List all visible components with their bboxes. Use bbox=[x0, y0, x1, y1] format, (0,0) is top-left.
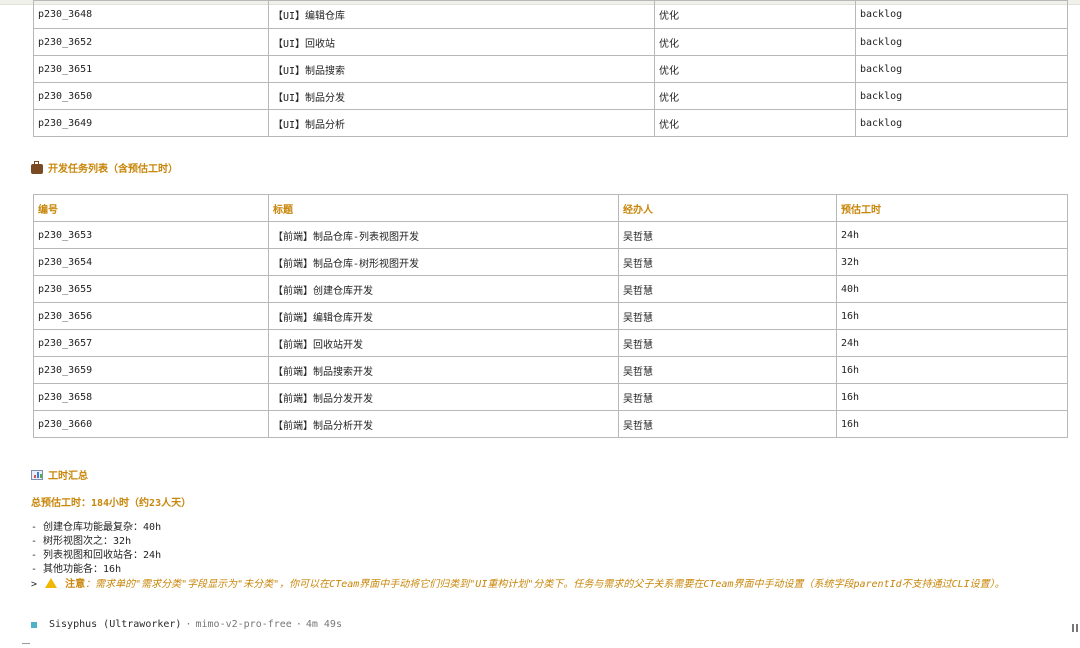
cell-estimate: 16h bbox=[836, 410, 1068, 438]
cell-id: p230_3652 bbox=[33, 28, 269, 56]
cell-id: p230_3649 bbox=[33, 109, 269, 137]
cell-type: 优化 bbox=[654, 82, 856, 110]
cell-title: 【前端】创建仓库开发 bbox=[268, 275, 619, 303]
cell-id: p230_3659 bbox=[33, 356, 269, 384]
note-text: ：需求单的"需求分类"字段显示为"未分类"，你可以在CTeam界面中手动将它们归… bbox=[85, 579, 1005, 590]
cell-status: backlog bbox=[855, 0, 1068, 29]
dev-task-title-text: 开发任务列表（含预估工时） bbox=[48, 164, 178, 175]
cell-estimate: 40h bbox=[836, 275, 1068, 303]
cell-id: p230_3650 bbox=[33, 82, 269, 110]
agent-name: Sisyphus (Ultraworker) bbox=[49, 619, 182, 630]
column-header-assignee: 经办人 bbox=[618, 194, 837, 222]
cell-id: p230_3658 bbox=[33, 383, 269, 411]
cell-title: 【前端】制品搜索开发 bbox=[268, 356, 619, 384]
cell-assignee: 吴哲慧 bbox=[618, 410, 837, 438]
table-row: p230_3650 【UI】制品分发 优化 backlog bbox=[33, 82, 1068, 110]
cell-id: p230_3656 bbox=[33, 302, 269, 330]
cell-estimate: 32h bbox=[836, 248, 1068, 276]
cell-status: backlog bbox=[855, 55, 1068, 83]
cell-estimate: 16h bbox=[836, 383, 1068, 411]
cell-title: 【UI】编辑仓库 bbox=[268, 0, 655, 29]
cell-id: p230_3651 bbox=[33, 55, 269, 83]
ui-requirements-table: p230_3648 【UI】编辑仓库 优化 backlog p230_3652 【UI】回… bbox=[33, 0, 1068, 137]
cell-title: 【前端】制品分析开发 bbox=[268, 410, 619, 438]
table-row: p230_3655 【前端】创建仓库开发 吴哲慧 40h bbox=[33, 275, 1068, 303]
cell-title: 【前端】制品分发开发 bbox=[268, 383, 619, 411]
cell-id: p230_3657 bbox=[33, 329, 269, 357]
warning-icon bbox=[45, 578, 58, 588]
summary-item: - 列表视图和回收站各：24h bbox=[31, 550, 162, 561]
table-row: p230_3656 【前端】编辑仓库开发 吴哲慧 16h bbox=[33, 302, 1068, 330]
table-row: p230_3654 【前端】制品仓库-树形视图开发 吴哲慧 32h bbox=[33, 248, 1068, 276]
summary-item: - 树形视图次之：32h bbox=[31, 536, 132, 547]
separator: · bbox=[185, 619, 192, 630]
table-row: p230_3652 【UI】回收站 优化 backlog bbox=[33, 28, 1068, 56]
cell-assignee: 吴哲慧 bbox=[618, 275, 837, 303]
total-estimate: 总预估工时：184小时（约23人天） bbox=[31, 498, 192, 509]
cell-type: 优化 bbox=[654, 28, 856, 56]
table-row: p230_3653 【前端】制品仓库-列表视图开发 吴哲慧 24h bbox=[33, 221, 1068, 249]
cell-status: backlog bbox=[855, 82, 1068, 110]
elapsed-time: 4m 49s bbox=[305, 619, 342, 630]
cell-assignee: 吴哲慧 bbox=[618, 221, 837, 249]
pause-icon bbox=[1072, 624, 1078, 632]
dev-task-section-title: 开发任务列表（含预估工时） bbox=[31, 160, 178, 175]
status-square-icon bbox=[31, 621, 37, 628]
summary-item: - 其他功能各：16h bbox=[31, 564, 122, 575]
cell-id: p230_3653 bbox=[33, 221, 269, 249]
table-row: p230_3651 【UI】制品搜索 优化 backlog bbox=[33, 55, 1068, 83]
summary-list: - 创建仓库功能最复杂：40h - 树形视图次之：32h - 列表视图和回收站各… bbox=[31, 521, 161, 577]
cell-assignee: 吴哲慧 bbox=[618, 383, 837, 411]
table-row: p230_3659 【前端】制品搜索开发 吴哲慧 16h bbox=[33, 356, 1068, 384]
cell-id: p230_3660 bbox=[33, 410, 269, 438]
table-row: p230_3660 【前端】制品分析开发 吴哲慧 16h bbox=[33, 410, 1068, 438]
table-row: p230_3649 【UI】制品分析 优化 backlog bbox=[33, 109, 1068, 137]
cell-estimate: 16h bbox=[836, 302, 1068, 330]
cell-estimate: 24h bbox=[836, 329, 1068, 357]
status-bar: Sisyphus (Ultraworker) · mimo-v2-pro-fre… bbox=[31, 619, 342, 630]
column-header-title: 标题 bbox=[268, 194, 619, 222]
summary-item: - 创建仓库功能最复杂：40h bbox=[31, 522, 162, 533]
cell-type: 优化 bbox=[654, 109, 856, 137]
cell-title: 【UI】制品分析 bbox=[268, 109, 655, 137]
table-row: p230_3658 【前端】制品分发开发 吴哲慧 16h bbox=[33, 383, 1068, 411]
cell-estimate: 24h bbox=[836, 221, 1068, 249]
cell-assignee: 吴哲慧 bbox=[618, 329, 837, 357]
cell-id: p230_3654 bbox=[33, 248, 269, 276]
cell-type: 优化 bbox=[654, 0, 856, 29]
cell-status: backlog bbox=[855, 109, 1068, 137]
briefcase-icon bbox=[31, 160, 43, 174]
dev-task-table: 编号 标题 经办人 预估工时 p230_3653 【前端】制品仓库-列表视图开发吴… bbox=[33, 194, 1068, 438]
cell-title: 【前端】回收站开发 bbox=[268, 329, 619, 357]
dev-table-header-row: 编号 标题 经办人 预估工时 bbox=[33, 194, 1068, 222]
table-row: p230_3648 【UI】编辑仓库 优化 backlog bbox=[33, 0, 1068, 29]
cell-estimate: 16h bbox=[836, 356, 1068, 384]
cell-title: 【前端】制品仓库-树形视图开发 bbox=[268, 248, 619, 276]
note-label: 注意 bbox=[65, 579, 86, 590]
model-name: mimo-v2-pro-free bbox=[195, 619, 292, 630]
cell-title: 【前端】编辑仓库开发 bbox=[268, 302, 619, 330]
cell-title: 【UI】制品分发 bbox=[268, 82, 655, 110]
cell-assignee: 吴哲慧 bbox=[618, 356, 837, 384]
cell-type: 优化 bbox=[654, 55, 856, 83]
cell-title: 【UI】制品搜索 bbox=[268, 55, 655, 83]
cell-title: 【UI】回收站 bbox=[268, 28, 655, 56]
quote-marker: > bbox=[31, 579, 38, 590]
cell-id: p230_3655 bbox=[33, 275, 269, 303]
cell-status: backlog bbox=[855, 28, 1068, 56]
column-header-estimate: 预估工时 bbox=[836, 194, 1068, 222]
cell-id: p230_3648 bbox=[33, 0, 269, 29]
separator: · bbox=[295, 619, 302, 630]
table-row: p230_3657 【前端】回收站开发 吴哲慧 24h bbox=[33, 329, 1068, 357]
cursor-mark bbox=[22, 643, 30, 648]
column-header-id: 编号 bbox=[33, 194, 269, 222]
cell-assignee: 吴哲慧 bbox=[618, 302, 837, 330]
cell-title: 【前端】制品仓库-列表视图开发 bbox=[268, 221, 619, 249]
summary-section-title: 工时汇总 bbox=[31, 467, 88, 482]
summary-title-text: 工时汇总 bbox=[48, 471, 88, 482]
cell-assignee: 吴哲慧 bbox=[618, 248, 837, 276]
bar-chart-icon bbox=[31, 469, 43, 480]
warning-note: > 注意：需求单的"需求分类"字段显示为"未分类"，你可以在CTeam界面中手动… bbox=[31, 577, 1071, 592]
